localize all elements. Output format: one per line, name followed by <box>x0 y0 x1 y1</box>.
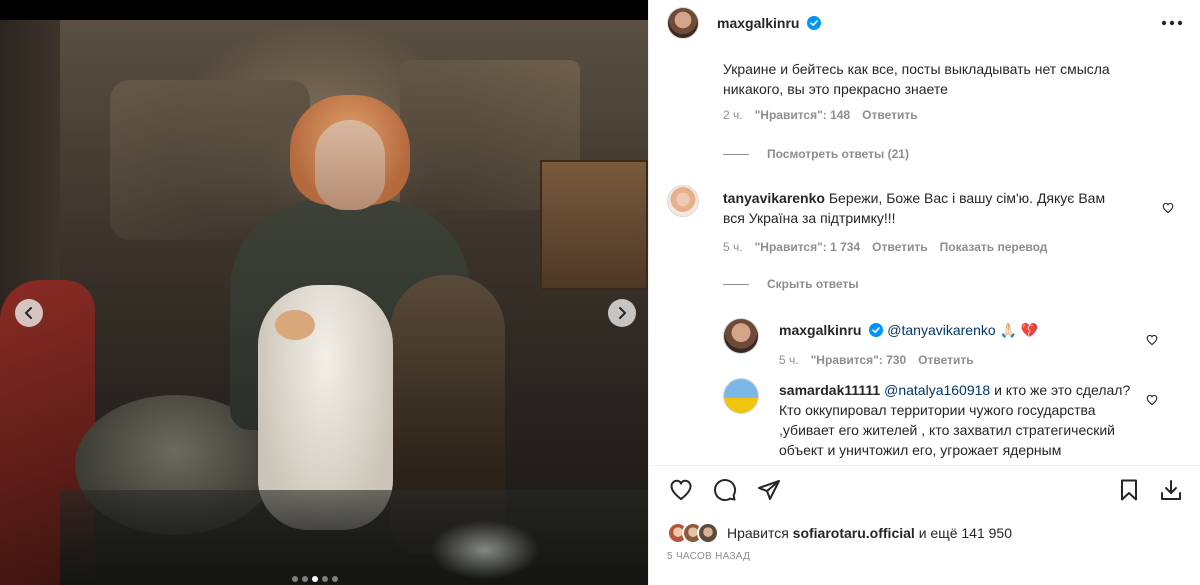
comment-button[interactable] <box>711 476 739 504</box>
hide-replies-button[interactable]: Скрыть ответы <box>723 277 859 291</box>
carousel-dot <box>332 576 338 582</box>
photo-splash <box>430 520 540 580</box>
actions-divider <box>649 465 1200 466</box>
heart-outline-icon[interactable] <box>1146 394 1158 406</box>
heart-outline-icon[interactable] <box>1162 202 1174 214</box>
comment-likes[interactable]: "Нравится": 148 <box>755 108 851 122</box>
reply-button[interactable]: Ответить <box>918 353 973 367</box>
photo-woman-face <box>315 120 385 210</box>
comment-line: tanyavikarenko Бережи, Боже Вас і вашу с… <box>723 188 1123 208</box>
photo-pane <box>0 0 648 585</box>
chevron-left-icon <box>25 307 32 319</box>
hide-replies-label: Скрыть ответы <box>767 277 859 291</box>
heart-outline-icon[interactable] <box>1146 334 1158 346</box>
translate-button[interactable]: Показать перевод <box>940 240 1048 254</box>
comment-time[interactable]: 5 ч. <box>723 240 743 254</box>
comment-line: Украине и бейтесь как все, посты выклады… <box>723 61 1110 77</box>
comment-line: ,убивает его жителей , кто захватил стра… <box>779 422 1115 438</box>
chevron-right-icon <box>619 307 626 319</box>
avatar <box>697 522 719 544</box>
reply-button[interactable]: Ответить <box>872 240 927 254</box>
likes-prefix: Нравится <box>727 525 789 541</box>
comments-list: Украине и бейтесь как все, посты выклады… <box>649 45 1200 465</box>
mention-link[interactable]: @natalya160918 <box>884 382 990 398</box>
comment-username[interactable]: tanyavikarenko <box>723 190 825 206</box>
comment-cut-text <box>723 45 1163 50</box>
save-button[interactable] <box>1115 476 1143 504</box>
comment-body: Бережи, Боже Вас і вашу сім'ю. Дякує Вам <box>824 190 1106 206</box>
avatar[interactable] <box>723 378 759 414</box>
comment-text: maxgalkinru @tanyavikarenko 🙏🏻 💔 <box>779 320 1159 340</box>
paper-plane-icon <box>758 480 780 500</box>
comment-line: Кто оккупировал территории чужого госуда… <box>779 402 1096 418</box>
view-replies-button[interactable]: Посмотреть ответы (21) <box>723 147 909 161</box>
carousel-prev-button[interactable] <box>15 299 43 327</box>
more-horizontal-icon <box>1161 20 1183 26</box>
comment-line: объект и уничтожил его, угрожает ядерным <box>779 442 1062 458</box>
comment-time[interactable]: 5 ч. <box>779 353 799 367</box>
comment-time[interactable]: 2 ч. <box>723 108 743 122</box>
verified-badge-icon <box>807 15 822 30</box>
comment-meta: 2 ч. "Нравится": 148 Ответить <box>723 108 918 122</box>
photo-shelf <box>540 160 648 290</box>
comment-text: samardak11111 @natalya160918 и кто же эт… <box>779 380 1159 460</box>
comments-panel: maxgalkinru Украине и бейтесь как все, п… <box>648 0 1200 585</box>
share-button[interactable] <box>755 476 783 504</box>
photo-water <box>60 490 648 585</box>
comment-likes[interactable]: "Нравится": 1 734 <box>755 240 861 254</box>
replies-line <box>723 153 749 155</box>
post-username[interactable]: maxgalkinru <box>717 15 822 31</box>
likes-count[interactable]: и ещё 141 950 <box>919 525 1012 541</box>
comment-meta: 5 ч. "Нравится": 1 734 Ответить Показать… <box>723 240 1047 254</box>
comment-text: Украине и бейтесь как все, посты выклады… <box>723 59 1163 99</box>
bookmark-icon <box>1121 479 1137 501</box>
view-replies-label: Посмотреть ответы (21) <box>767 147 909 161</box>
liker-username[interactable]: sofiarotaru.official <box>793 525 915 541</box>
reply-button[interactable]: Ответить <box>862 108 917 122</box>
photo-top-band <box>0 0 648 20</box>
download-icon <box>1161 480 1181 500</box>
carousel-dots <box>292 576 338 582</box>
carousel-dot <box>292 576 298 582</box>
comment-username[interactable]: maxgalkinru <box>779 322 861 338</box>
carousel-dot <box>322 576 328 582</box>
download-button[interactable] <box>1157 476 1185 504</box>
avatar[interactable] <box>723 318 759 354</box>
comment-text: tanyavikarenko Бережи, Боже Вас і вашу с… <box>723 188 1123 228</box>
comment-line: вся Україна за підтримку!!! <box>723 210 896 226</box>
comment-line: samardak11111 @natalya160918 и кто же эт… <box>779 380 1159 400</box>
avatar[interactable] <box>667 185 699 217</box>
carousel-dot <box>302 576 308 582</box>
more-options-button[interactable] <box>1161 12 1183 34</box>
carousel-dot <box>312 576 318 582</box>
like-button[interactable] <box>667 476 695 504</box>
heart-icon <box>670 479 692 501</box>
mention-link[interactable]: @tanyavikarenko <box>887 322 995 338</box>
photo-dog-ear <box>275 310 315 340</box>
carousel-next-button[interactable] <box>608 299 636 327</box>
comment-likes[interactable]: "Нравится": 730 <box>811 353 907 367</box>
post-header: maxgalkinru <box>649 0 1200 45</box>
comment-meta: 5 ч. "Нравится": 730 Ответить <box>779 353 974 367</box>
comment-emoji: 🙏🏻 💔 <box>999 322 1039 338</box>
replies-line <box>723 283 749 285</box>
avatar[interactable] <box>667 6 699 39</box>
post-photo[interactable] <box>0 20 648 585</box>
likes-summary: Нравится sofiarotaru.official и ещё 141 … <box>667 521 1012 545</box>
comment-body: и кто же это сделал? <box>990 382 1131 398</box>
post-timestamp[interactable]: 5 ЧАСОВ НАЗАД <box>667 551 750 562</box>
post-actions <box>667 476 1187 506</box>
verified-badge-icon <box>869 323 884 337</box>
instagram-post-view: maxgalkinru Украине и бейтесь как все, п… <box>0 0 1200 585</box>
likers-avatars[interactable] <box>667 522 719 544</box>
comment-line: никакого, вы это прекрасно знаете <box>723 81 948 97</box>
comment-username[interactable]: samardak11111 <box>779 382 880 398</box>
comment-bubble-icon <box>714 479 737 502</box>
